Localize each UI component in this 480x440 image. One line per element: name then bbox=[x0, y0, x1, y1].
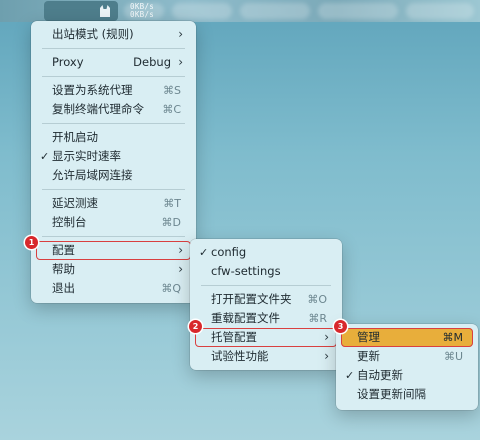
shortcut-label: ⌘T bbox=[163, 197, 181, 210]
separator bbox=[201, 285, 331, 286]
chevron-right-icon: › bbox=[178, 243, 183, 257]
chevron-right-icon: › bbox=[178, 55, 183, 69]
step-badge-2: 2 bbox=[189, 320, 202, 333]
separator bbox=[42, 123, 185, 124]
separator bbox=[42, 76, 185, 77]
blurred-status-item[interactable] bbox=[406, 3, 474, 19]
update-interval-label: 设置更新间隔 bbox=[357, 387, 426, 401]
latency-test-item[interactable]: 延迟测速 ⌘T bbox=[36, 194, 191, 213]
profile-cfw-settings-label: cfw-settings bbox=[211, 264, 281, 278]
config-label: 配置 bbox=[52, 243, 75, 257]
separator bbox=[42, 236, 185, 237]
shortcut-label: ⌘R bbox=[308, 312, 327, 325]
experimental-features-label: 试验性功能 bbox=[211, 349, 269, 363]
chevron-right-icon: › bbox=[178, 27, 183, 41]
profile-cfw-settings-item[interactable]: cfw-settings bbox=[195, 262, 337, 281]
shortcut-label: ⌘Q bbox=[161, 282, 181, 295]
cat-icon bbox=[100, 5, 110, 17]
help-item[interactable]: 帮助 › bbox=[36, 260, 191, 279]
profile-config-item[interactable]: ✓ config bbox=[195, 243, 337, 262]
chevron-right-icon: › bbox=[178, 262, 183, 276]
open-config-folder-item[interactable]: 打开配置文件夹 ⌘O bbox=[195, 290, 337, 309]
show-speed-label: 显示实时速率 bbox=[52, 149, 121, 163]
blurred-status-item[interactable] bbox=[124, 3, 164, 19]
update-item[interactable]: 更新 ⌘U bbox=[341, 347, 473, 366]
dashboard-item[interactable]: 控制台 ⌘D bbox=[36, 213, 191, 232]
blurred-status-item[interactable] bbox=[318, 3, 398, 19]
set-system-proxy-item[interactable]: 设置为系统代理 ⌘S bbox=[36, 81, 191, 100]
config-item[interactable]: 配置 › bbox=[36, 241, 191, 260]
clash-status-item[interactable]: 0KB/s 0KB/s bbox=[44, 1, 154, 21]
config-submenu: ✓ config cfw-settings 打开配置文件夹 ⌘O 重载配置文件 … bbox=[190, 239, 342, 370]
checkmark-icon: ✓ bbox=[40, 150, 50, 163]
allow-lan-label: 允许局域网连接 bbox=[52, 168, 133, 182]
latency-test-label: 延迟测速 bbox=[52, 196, 98, 210]
separator bbox=[42, 189, 185, 190]
quit-item[interactable]: 退出 ⌘Q bbox=[36, 279, 191, 298]
allow-lan-item[interactable]: 允许局域网连接 bbox=[36, 166, 191, 185]
menu-bar: 0KB/s 0KB/s bbox=[0, 0, 480, 22]
chevron-right-icon: › bbox=[324, 349, 329, 363]
auto-update-label: 自动更新 bbox=[357, 368, 403, 382]
auto-update-item[interactable]: ✓ 自动更新 bbox=[341, 366, 473, 385]
copy-terminal-command-label: 复制终端代理命令 bbox=[52, 102, 144, 116]
main-menu: 出站模式 (规则) › Proxy Debug › 设置为系统代理 ⌘S 复制终… bbox=[31, 21, 196, 303]
shortcut-label: ⌘D bbox=[161, 216, 181, 229]
quit-label: 退出 bbox=[52, 281, 75, 295]
checkmark-icon: ✓ bbox=[345, 369, 355, 382]
reload-config-item[interactable]: 重载配置文件 ⌘R bbox=[195, 309, 337, 328]
step-badge-1: 1 bbox=[25, 236, 38, 249]
checkmark-icon: ✓ bbox=[199, 246, 209, 259]
shortcut-label: ⌘O bbox=[307, 293, 327, 306]
open-config-folder-label: 打开配置文件夹 bbox=[211, 292, 292, 306]
separator bbox=[42, 48, 185, 49]
proxy-label: Proxy bbox=[52, 55, 84, 69]
proxy-item[interactable]: Proxy Debug › bbox=[36, 53, 191, 72]
profile-config-label: config bbox=[211, 245, 247, 259]
reload-config-label: 重载配置文件 bbox=[211, 311, 280, 325]
launch-at-login-label: 开机启动 bbox=[52, 130, 98, 144]
manage-label: 管理 bbox=[357, 330, 380, 344]
outbound-mode-label: 出站模式 (规则) bbox=[52, 27, 134, 41]
experimental-features-item[interactable]: 试验性功能 › bbox=[195, 347, 337, 366]
blurred-status-item[interactable] bbox=[172, 3, 232, 19]
shortcut-label: ⌘C bbox=[162, 103, 181, 116]
shortcut-label: ⌘M bbox=[442, 331, 464, 344]
shortcut-label: ⌘U bbox=[443, 350, 463, 363]
managed-config-item[interactable]: 托管配置 › bbox=[195, 328, 337, 347]
managed-config-submenu: 管理 ⌘M 更新 ⌘U ✓ 自动更新 设置更新间隔 bbox=[336, 324, 478, 410]
copy-terminal-command-item[interactable]: 复制终端代理命令 ⌘C bbox=[36, 100, 191, 119]
dashboard-label: 控制台 bbox=[52, 215, 87, 229]
managed-config-label: 托管配置 bbox=[211, 330, 257, 344]
outbound-mode-item[interactable]: 出站模式 (规则) › bbox=[36, 25, 191, 44]
shortcut-label: ⌘S bbox=[163, 84, 181, 97]
set-system-proxy-label: 设置为系统代理 bbox=[52, 83, 133, 97]
show-speed-item[interactable]: ✓ 显示实时速率 bbox=[36, 147, 191, 166]
blurred-status-item[interactable] bbox=[240, 3, 310, 19]
manage-item[interactable]: 管理 ⌘M bbox=[341, 328, 473, 347]
update-interval-item[interactable]: 设置更新间隔 bbox=[341, 385, 473, 404]
proxy-value: Debug bbox=[133, 55, 171, 69]
chevron-right-icon: › bbox=[324, 330, 329, 344]
launch-at-login-item[interactable]: 开机启动 bbox=[36, 128, 191, 147]
help-label: 帮助 bbox=[52, 262, 75, 276]
update-label: 更新 bbox=[357, 349, 380, 363]
step-badge-3: 3 bbox=[334, 320, 347, 333]
